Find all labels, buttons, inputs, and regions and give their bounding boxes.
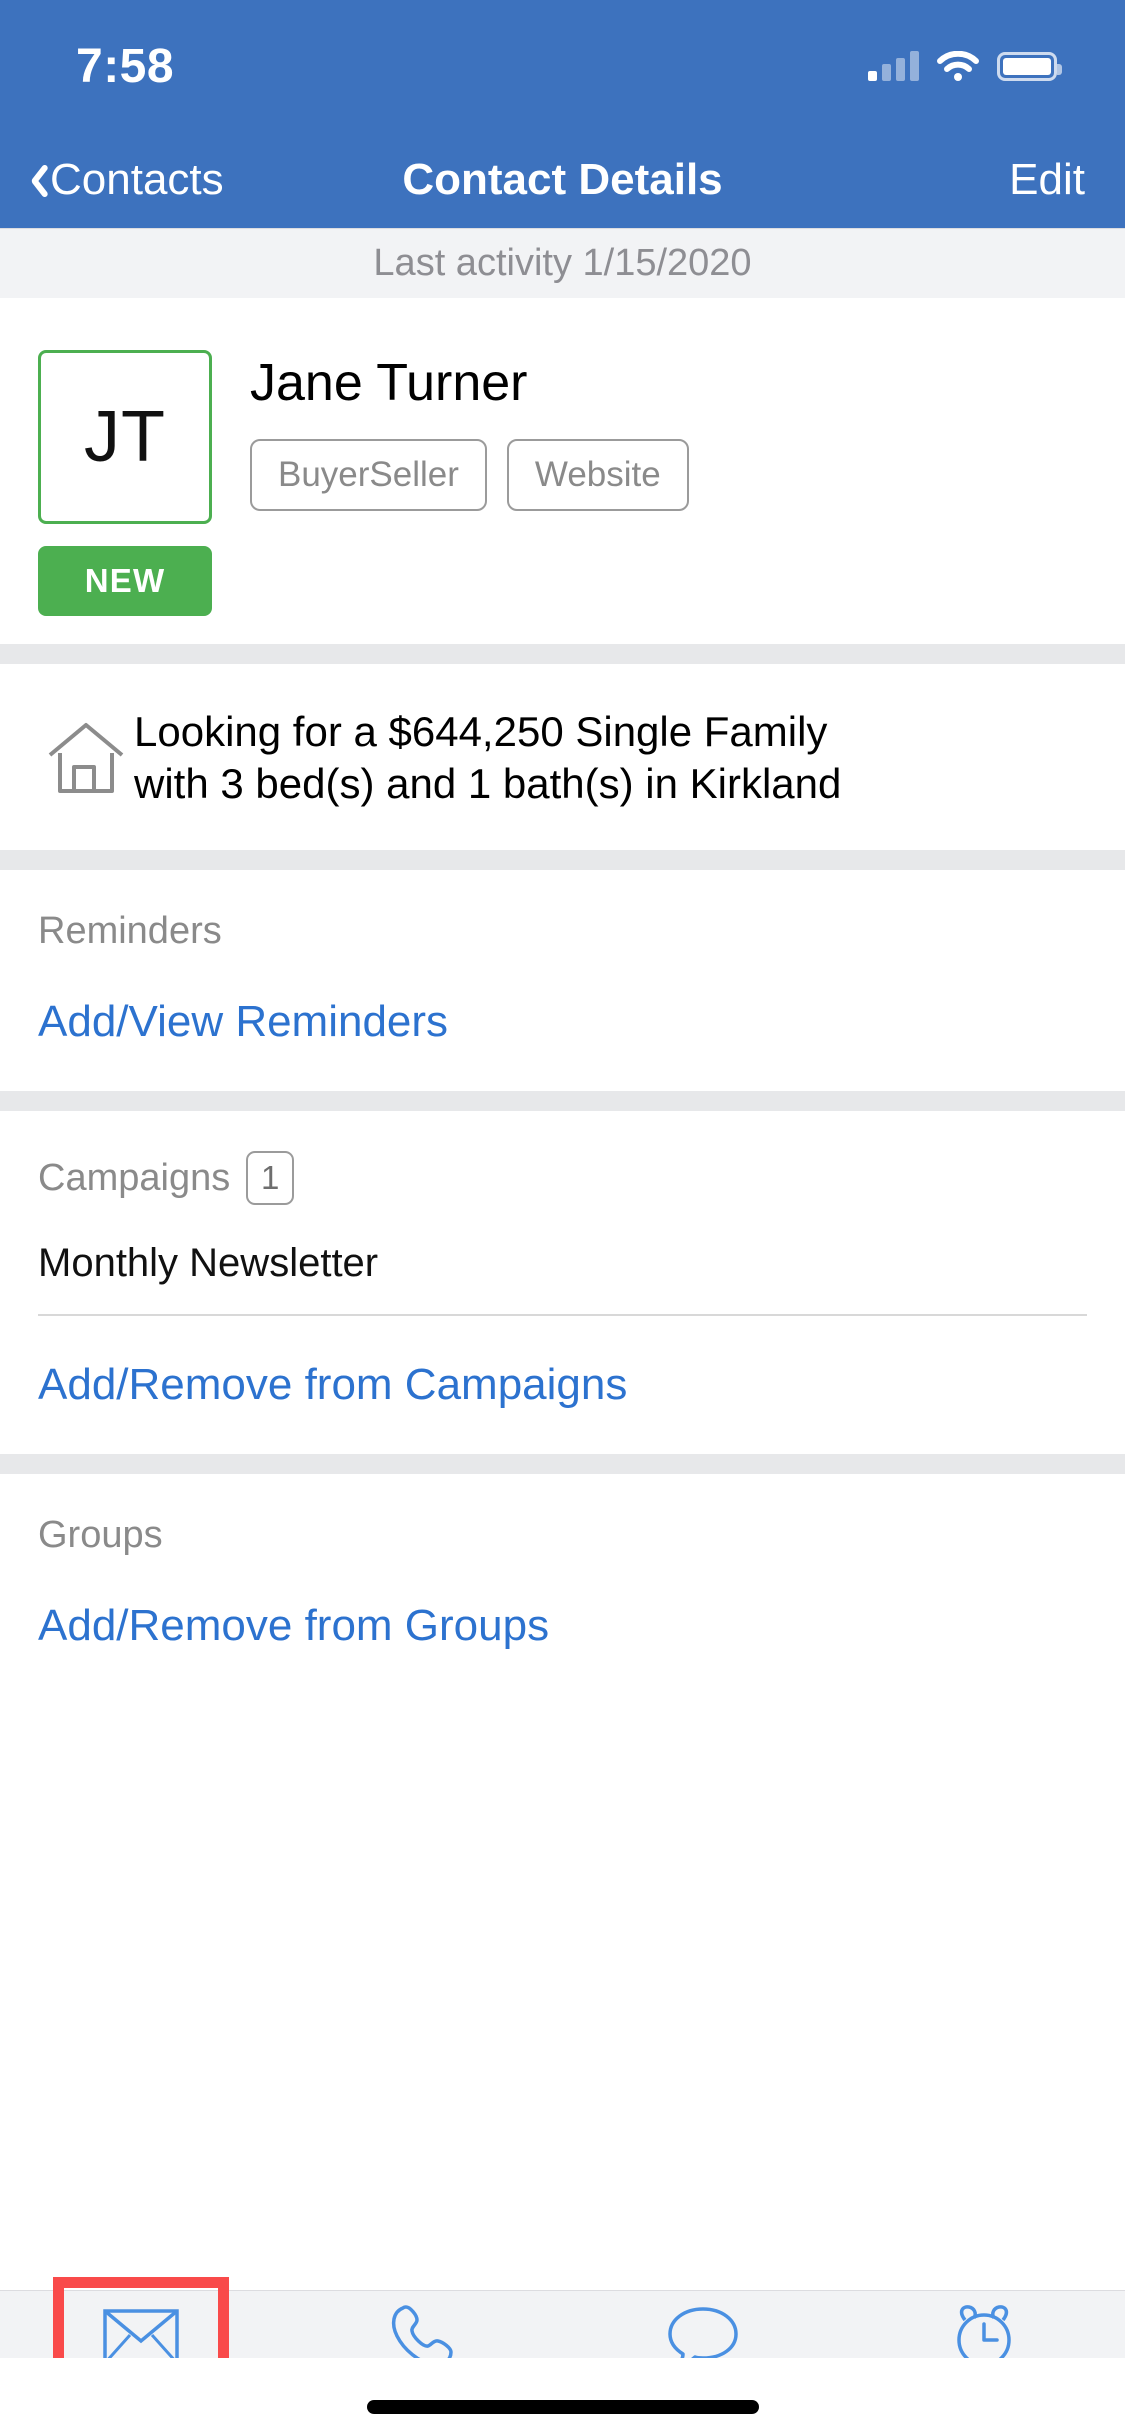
groups-section: Groups Add/Remove from Groups [0,1474,1125,1696]
status-badge: NEW [38,546,212,616]
status-bar: 7:58 [0,0,1125,132]
criteria-line-1: Looking for a $644,250 Single Family [134,708,828,755]
chevron-left-icon [22,161,44,199]
status-indicators [868,50,1062,81]
campaigns-count-badge: 1 [246,1151,295,1206]
section-divider [0,850,1125,871]
contact-info: Jane Turner BuyerSeller Website [212,350,689,616]
contact-header: JT NEW Jane Turner BuyerSeller Website [0,298,1125,644]
back-button[interactable]: Contacts [22,155,224,205]
add-view-reminders-link[interactable]: Add/View Reminders [38,997,1087,1047]
campaigns-label: Campaigns 1 [38,1151,1087,1206]
property-criteria-text: Looking for a $644,250 Single Family wit… [134,706,841,810]
section-divider [0,1091,1125,1112]
battery-full-icon [997,51,1062,81]
home-indicator[interactable] [366,2400,759,2414]
campaigns-label-text: Campaigns [38,1156,231,1199]
list-divider [38,1314,1087,1317]
avatar-column: JT NEW [38,350,212,616]
reminders-label-text: Reminders [38,910,222,953]
avatar-initials: JT [84,397,166,477]
avatar[interactable]: JT [38,350,212,524]
groups-label: Groups [38,1514,1087,1557]
section-divider [0,1454,1125,1475]
groups-label-text: Groups [38,1514,163,1557]
cellular-signal-icon [868,51,919,81]
home-safe-area [0,2358,1125,2436]
tag-buyerseller[interactable]: BuyerSeller [250,438,487,511]
property-criteria: Looking for a $644,250 Single Family wit… [0,664,1125,850]
app-screen: 7:58 Contacts Contact Details Edit Last … [0,0,1125,2436]
contact-name: Jane Turner [250,354,528,412]
back-button-label: Contacts [50,155,224,204]
tag-website[interactable]: Website [506,438,689,511]
edit-button[interactable]: Edit [1009,155,1085,205]
section-divider [0,644,1125,664]
navigation-bar: Contacts Contact Details Edit [0,132,1125,228]
campaign-list-item[interactable]: Monthly Newsletter [38,1205,1087,1286]
criteria-line-2: with 3 bed(s) and 1 bath(s) in Kirkland [134,760,842,808]
campaigns-section: Campaigns 1 Monthly Newsletter Add/Remov… [0,1111,1125,1455]
house-icon [38,719,134,797]
reminders-label: Reminders [38,910,1087,953]
add-remove-campaigns-link[interactable]: Add/Remove from Campaigns [38,1360,1087,1410]
contact-header-section: JT NEW Jane Turner BuyerSeller Website [0,298,1125,644]
reminders-section: Reminders Add/View Reminders [0,870,1125,1092]
add-remove-groups-link[interactable]: Add/Remove from Groups [38,1601,1087,1651]
last-activity-bar: Last activity 1/15/2020 [0,228,1125,298]
status-clock: 7:58 [76,39,175,93]
property-criteria-section: Looking for a $644,250 Single Family wit… [0,664,1125,851]
wifi-icon [937,50,979,81]
contact-tags: BuyerSeller Website [250,438,689,511]
